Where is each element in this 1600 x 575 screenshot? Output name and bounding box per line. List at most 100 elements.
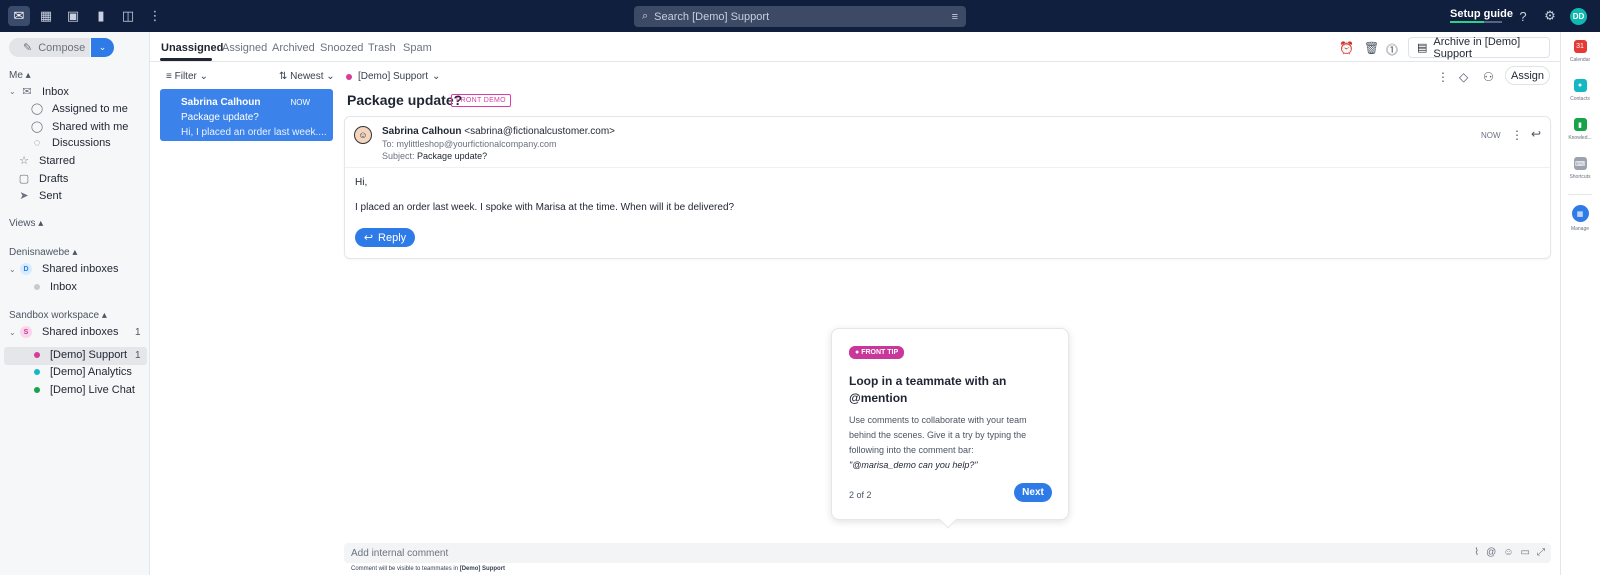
sidebar-item-workspace-inbox[interactable]: Inbox <box>30 281 77 293</box>
more-apps-icon[interactable]: ⋮ <box>146 7 164 25</box>
rail-contacts[interactable]: ● Contacts <box>1560 79 1600 102</box>
rail-calendar[interactable]: 31 Calendar <box>1560 40 1600 63</box>
contacts-icon[interactable]: ▣ <box>64 7 82 25</box>
reply-icon: ↩ <box>363 232 374 244</box>
comment-placeholder: Add internal comment <box>351 547 449 559</box>
inbox-icon: ✉ <box>22 86 32 98</box>
discussion-icon: ◌ <box>33 137 41 149</box>
sidebar-item-shared-with-me[interactable]: ◯ Shared with me <box>30 120 129 134</box>
reply-icon[interactable]: ↩ <box>1531 127 1541 141</box>
calendar-icon[interactable]: ▦ <box>37 7 55 25</box>
tag-icon[interactable]: ◇ <box>1459 70 1468 84</box>
tab-assigned[interactable]: Assigned <box>222 42 267 54</box>
more-options-icon[interactable]: ⋮ <box>1437 70 1449 84</box>
draft-icon: ▢ <box>18 173 30 185</box>
user-avatar[interactable]: DD <box>1570 8 1587 25</box>
snooze-icon[interactable]: ⏰ <box>1339 41 1354 55</box>
analytics-icon[interactable]: ▮ <box>92 7 110 25</box>
chevron-down-icon[interactable]: ⌄ <box>9 265 16 274</box>
tab-snoozed[interactable]: Snoozed <box>320 42 363 54</box>
tab-trash[interactable]: Trash <box>368 42 396 54</box>
conversation-sender: Sabrina Calhoun <box>181 97 261 108</box>
message-greeting: Hi, <box>355 177 368 188</box>
tip-next-button[interactable]: Next <box>1014 483 1052 502</box>
contacts-icon: ● <box>1573 79 1587 92</box>
spam-icon[interactable]: ⓵ <box>1386 41 1398 58</box>
sidebar-item-drafts[interactable]: ▢ Drafts <box>17 172 69 186</box>
sidebar-item-shared-inboxes-2[interactable]: ⌄ S Shared inboxes 1 <box>9 326 141 338</box>
front-tip-badge: ● FRONT TIP <box>849 346 905 359</box>
message-from: Sabrina Calhoun <sabrina@fictionalcustom… <box>382 126 616 137</box>
help-icon[interactable]: ? <box>1514 7 1532 25</box>
rail-divider <box>1568 194 1592 195</box>
archive-button[interactable]: ▤ Archive in [Demo] Support <box>1408 36 1550 60</box>
section-sandbox-workspace[interactable]: Sandbox workspace ▴ <box>9 310 107 321</box>
compose-dropdown-button[interactable]: ⌄ <box>91 38 114 57</box>
compose-button[interactable]: ✎ Compose <box>9 38 90 57</box>
rail-manage[interactable]: ▦ Manage <box>1560 205 1600 232</box>
section-me[interactable]: Me ▴ <box>9 70 31 81</box>
search-filter-icon[interactable]: ≡ <box>952 11 958 23</box>
unread-count: 1 <box>135 326 141 338</box>
assign-user-icon[interactable]: ⚇ <box>1483 70 1494 84</box>
expand-icon[interactable]: ⤢ <box>1537 547 1545 558</box>
right-rail <box>1560 32 1600 575</box>
sort-icon: ⇅ <box>279 71 288 82</box>
compose-label: Compose <box>38 41 86 54</box>
inbox-dot <box>34 352 40 358</box>
front-demo-tag[interactable]: FRONT DEMO <box>451 94 511 107</box>
sidebar-item-demo-support[interactable]: [Demo] Support 1 <box>30 349 141 361</box>
sidebar-item-inbox[interactable]: ⌄ ✉ Inbox <box>9 85 69 99</box>
sidebar-item-assigned-to-me[interactable]: ◯ Assigned to me <box>30 102 128 116</box>
message-body: I placed an order last week. I spoke wit… <box>355 202 735 213</box>
sidebar-item-demo-live-chat[interactable]: [Demo] Live Chat <box>30 384 135 396</box>
inbox-selector[interactable]: [Demo] Support ⌄ <box>346 71 440 82</box>
sidebar-item-starred[interactable]: ☆ Starred <box>17 154 75 168</box>
tab-spam[interactable]: Spam <box>403 42 432 54</box>
sidebar-item-demo-analytics[interactable]: [Demo] Analytics <box>30 366 132 378</box>
search-icon: ⌕ <box>642 10 649 22</box>
attach-icon[interactable]: ⌇ <box>1474 547 1479 558</box>
split-view-icon[interactable]: ◫ <box>119 7 137 25</box>
mention-icon[interactable]: @ <box>1486 547 1496 558</box>
grid-icon: ▦ <box>1571 205 1589 222</box>
rail-knowledge[interactable]: ▮ Knowled... <box>1560 118 1600 141</box>
inbox-icon[interactable]: ✉ <box>8 6 30 26</box>
sidebar-item-sent[interactable]: ➤ Sent <box>17 189 61 203</box>
chevron-down-icon[interactable]: ⌄ <box>9 87 16 96</box>
sort-button[interactable]: ⇅ Newest ⌄ <box>279 71 335 82</box>
chevron-down-icon[interactable]: ⌄ <box>9 328 16 337</box>
conversation-item[interactable]: Sabrina Calhoun NOW Package update? Hi, … <box>160 89 333 141</box>
section-views[interactable]: Views ▴ <box>9 218 43 229</box>
keyboard-icon: ⌨ <box>1573 157 1587 170</box>
inbox-dot <box>346 73 352 80</box>
trash-icon[interactable]: 🗑 <box>1364 41 1379 55</box>
rail-shortcuts[interactable]: ⌨ Shortcuts <box>1560 157 1600 180</box>
section-workspace-denisnawebe[interactable]: Denisnawebe ▴ <box>9 247 77 258</box>
emoji-icon[interactable]: ☺ <box>1503 547 1513 558</box>
sidebar-item-discussions[interactable]: ◌ Discussions <box>30 137 111 149</box>
search-input[interactable]: ⌕ Search [Demo] Support ≡ <box>634 6 966 27</box>
assign-button[interactable]: Assign <box>1505 66 1550 85</box>
gif-icon[interactable]: ▭ <box>1521 547 1530 558</box>
unread-count: 1 <box>135 349 141 361</box>
message-more-icon[interactable]: ⋮ <box>1511 128 1523 142</box>
tab-archived[interactable]: Archived <box>272 42 315 54</box>
book-icon: ▮ <box>1573 118 1587 131</box>
comment-input[interactable]: Add internal comment ⌇ @ ☺ ▭ ⤢ <box>344 543 1551 563</box>
tip-title: Loop in a teammate with an @mention <box>849 374 1007 405</box>
message-divider <box>345 167 1550 168</box>
send-icon: ➤ <box>19 190 29 202</box>
conversation-subject: Package update? <box>181 112 259 123</box>
users-icon: ◯ <box>30 121 44 133</box>
gear-icon[interactable]: ⚙ <box>1541 7 1559 25</box>
filter-button[interactable]: ≡ Filter ⌄ <box>166 71 208 82</box>
lightbulb-icon: ● <box>855 349 860 356</box>
setup-guide-link[interactable]: Setup guide <box>1450 8 1513 20</box>
thread-title: Package update? <box>347 92 463 108</box>
tab-unassigned[interactable]: Unassigned <box>161 42 223 54</box>
sidebar-item-shared-inboxes-1[interactable]: ⌄ D Shared inboxes <box>9 263 118 275</box>
active-tab-indicator <box>160 58 212 61</box>
reply-button[interactable]: ↩ Reply <box>355 228 415 247</box>
inbox-dot <box>34 369 40 375</box>
